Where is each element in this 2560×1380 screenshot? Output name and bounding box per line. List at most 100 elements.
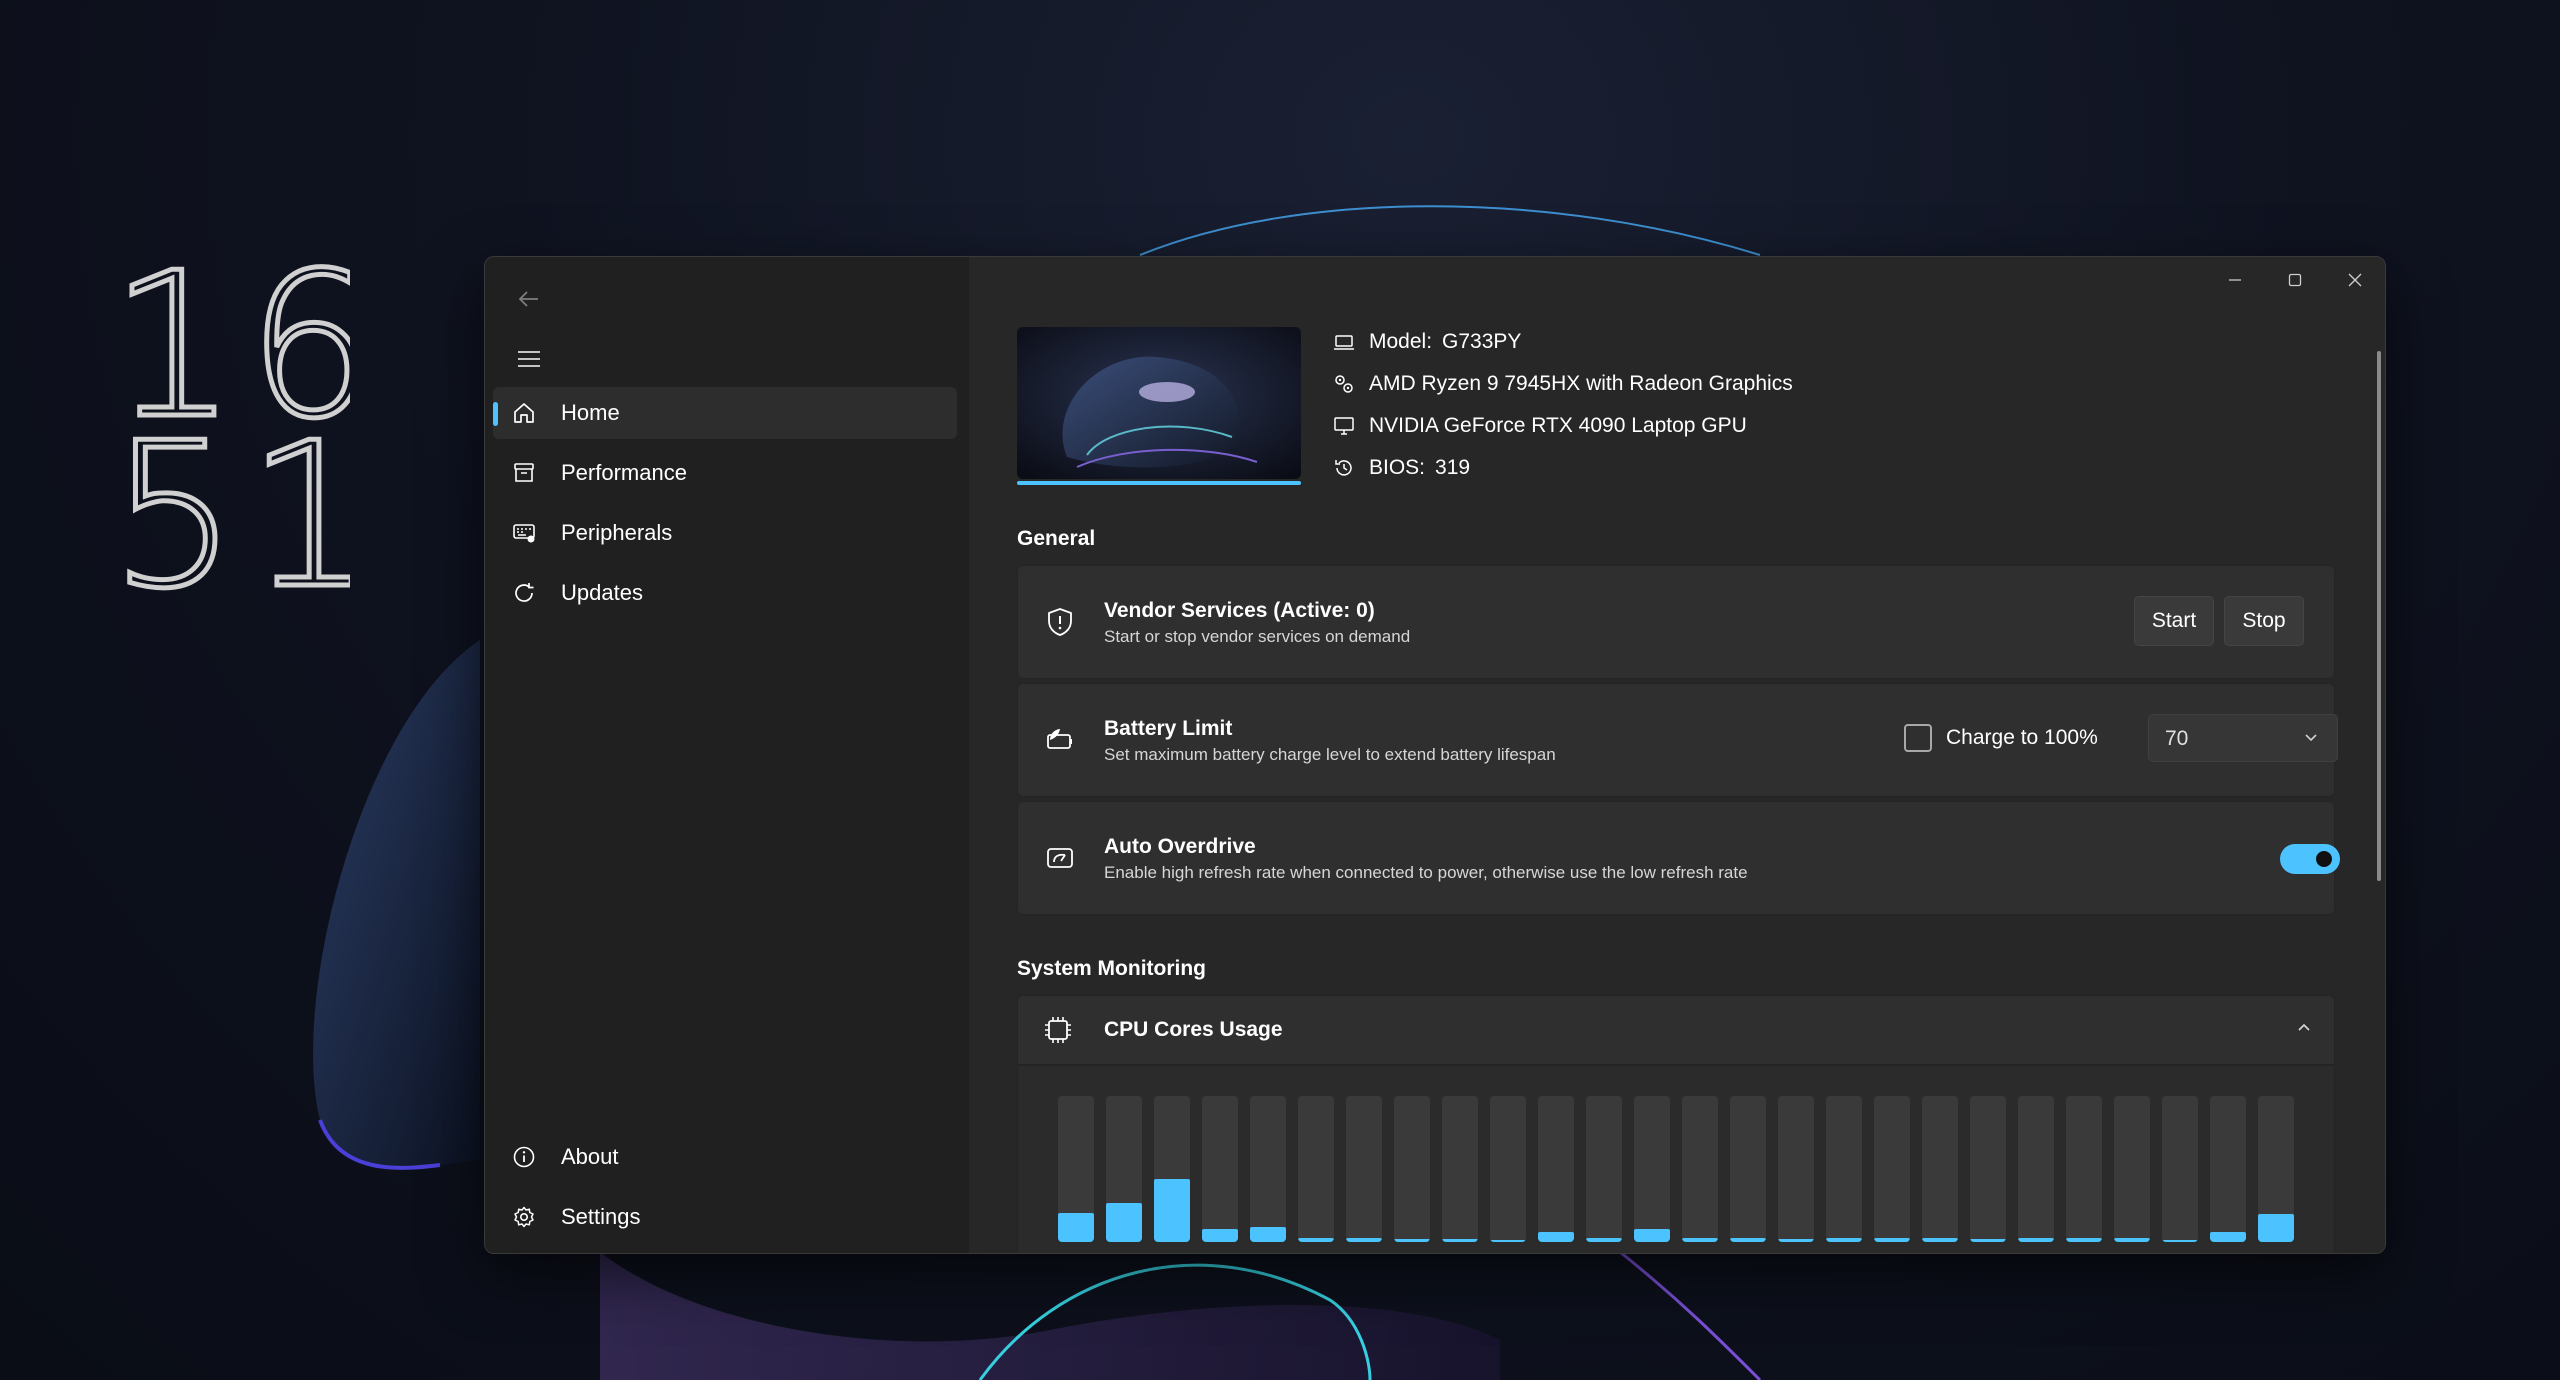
chevron-up-icon: [2296, 1020, 2312, 1041]
bios-label: BIOS:: [1369, 456, 1426, 479]
cpu-core-bar: [1970, 1096, 2006, 1242]
cpu-core-bar: [1154, 1096, 1190, 1242]
minimize-icon: [2229, 279, 2241, 281]
keyboard-icon: [511, 520, 537, 546]
sidebar-item-label: Performance: [561, 460, 687, 485]
battery-limit-title: Battery Limit: [1104, 717, 1233, 740]
battery-limit-value: 70: [2165, 727, 2189, 750]
cpu-core-bar: [1586, 1096, 1622, 1242]
close-icon: [2348, 273, 2362, 287]
cpu-core-usage-fill: [2018, 1238, 2054, 1242]
menu-toggle-button[interactable]: [499, 331, 559, 387]
spec-model: Model: G733PY: [1333, 327, 1521, 357]
cpu-core-usage-fill: [1490, 1240, 1526, 1242]
cpu-core-usage-fill: [1250, 1227, 1286, 1242]
cpu-core-bar: [2210, 1096, 2246, 1242]
cpu-core-usage-fill: [1154, 1179, 1190, 1242]
sidebar-item-label: Settings: [561, 1204, 641, 1229]
sidebar-item-home[interactable]: Home: [493, 387, 957, 439]
model-label: Model:: [1369, 330, 1433, 353]
back-button[interactable]: [499, 271, 559, 327]
auto-overdrive-toggle[interactable]: [2280, 844, 2340, 874]
archive-icon: [511, 460, 537, 486]
sidebar-item-peripherals[interactable]: Peripherals: [493, 507, 957, 559]
vertical-scrollbar[interactable]: [2377, 351, 2381, 881]
back-arrow-icon: [518, 291, 538, 307]
cpu-core-bar: [2066, 1096, 2102, 1242]
cpu-core-bar: [1730, 1096, 1766, 1242]
section-monitoring-title: System Monitoring: [1017, 957, 1207, 980]
spec-bios: BIOS: 319: [1333, 453, 1470, 483]
cpu-core-bar: [2258, 1096, 2294, 1242]
cpu-core-bar: [1874, 1096, 1910, 1242]
cpu-core-bar: [1346, 1096, 1382, 1242]
auto-overdrive-card: Auto Overdrive Enable high refresh rate …: [1017, 801, 2340, 915]
cpu-core-usage-fill: [1346, 1238, 1382, 1242]
minimize-button[interactable]: [2205, 257, 2265, 303]
cpu-core-bar: [1778, 1096, 1814, 1242]
sidebar-item-updates[interactable]: Updates: [493, 567, 957, 619]
cpu-core-bar: [1202, 1096, 1238, 1242]
cpu-core-bar: [1106, 1096, 1142, 1242]
cpu-core-bar: [2162, 1096, 2198, 1242]
battery-limit-desc: Set maximum battery charge level to exte…: [1104, 745, 1556, 764]
cpu-core-bar: [1490, 1096, 1526, 1242]
cpu-cores-expander[interactable]: CPU Cores Usage: [1017, 995, 2335, 1065]
cpu-core-usage-fill: [1874, 1238, 1910, 1242]
maximize-button[interactable]: [2265, 257, 2325, 303]
cpu-core-bar: [1394, 1096, 1430, 1242]
cpu-core-usage-fill: [1922, 1238, 1958, 1242]
charge-full-checkbox[interactable]: [1904, 724, 1932, 752]
cpu-core-usage-fill: [1730, 1238, 1766, 1242]
refresh-icon: [511, 580, 537, 606]
chevron-down-icon: [2303, 729, 2319, 750]
cpu-core-usage-fill: [1634, 1229, 1670, 1242]
shield-icon: [1044, 606, 1076, 638]
spec-gpu: NVIDIA GeForce RTX 4090 Laptop GPU: [1333, 411, 1747, 441]
cpu-core-usage-fill: [1202, 1229, 1238, 1242]
cpu-core-bars: [1058, 1096, 2294, 1242]
close-button[interactable]: [2325, 257, 2385, 303]
cpu-core-usage-fill: [2258, 1214, 2294, 1242]
cpu-core-bar: [1682, 1096, 1718, 1242]
auto-overdrive-title: Auto Overdrive: [1104, 835, 1256, 858]
sidebar-item-about[interactable]: About: [493, 1131, 957, 1183]
auto-overdrive-desc: Enable high refresh rate when connected …: [1104, 863, 1748, 882]
charge-full-label[interactable]: Charge to 100%: [1946, 726, 2098, 750]
cpu-core-usage-fill: [1970, 1239, 2006, 1242]
hamburger-icon: [518, 351, 540, 367]
app-window: Home Performance Peripherals Updates Abo…: [484, 256, 2386, 1254]
cpu-core-usage-fill: [1826, 1238, 1862, 1242]
device-image: [1017, 327, 1301, 479]
battery-limit-card: Battery Limit Set maximum battery charge…: [1017, 683, 2338, 797]
sidebar-item-performance[interactable]: Performance: [493, 447, 957, 499]
sidebar: Home Performance Peripherals Updates Abo…: [485, 257, 969, 1253]
chip-icon: [1042, 1014, 1074, 1046]
cpu-core-bar: [1538, 1096, 1574, 1242]
cpu-core-usage-fill: [2066, 1238, 2102, 1242]
cpu-core-usage-fill: [1058, 1213, 1094, 1242]
laptop-icon: [1333, 331, 1355, 353]
maximize-icon: [2288, 273, 2302, 287]
cpu-cores-panel: [1017, 1065, 2335, 1253]
sidebar-item-label: Peripherals: [561, 520, 673, 545]
cpu-core-bar: [1634, 1096, 1670, 1242]
battery-limit-dropdown[interactable]: 70: [2148, 714, 2338, 762]
vendor-services-card: Vendor Services (Active: 0) Start or sto…: [1017, 565, 2335, 679]
cpu-core-usage-fill: [1682, 1238, 1718, 1242]
sidebar-item-label: Home: [561, 400, 620, 425]
bios-value: 319: [1435, 456, 1471, 479]
cpu-core-bar: [1058, 1096, 1094, 1242]
clock-minutes: 51: [110, 400, 350, 595]
model-value: G733PY: [1442, 330, 1522, 353]
info-icon: [511, 1144, 537, 1170]
sidebar-item-label: About: [561, 1144, 619, 1169]
sidebar-item-label: Updates: [561, 580, 643, 605]
cpu-core-usage-fill: [1106, 1203, 1142, 1242]
stop-button[interactable]: Stop: [2224, 596, 2304, 646]
start-button[interactable]: Start: [2134, 596, 2214, 646]
active-indicator: [493, 402, 498, 426]
device-image-accent: [1017, 481, 1301, 485]
vendor-services-title: Vendor Services (Active: 0): [1104, 599, 1375, 622]
sidebar-item-settings[interactable]: Settings: [493, 1191, 957, 1243]
